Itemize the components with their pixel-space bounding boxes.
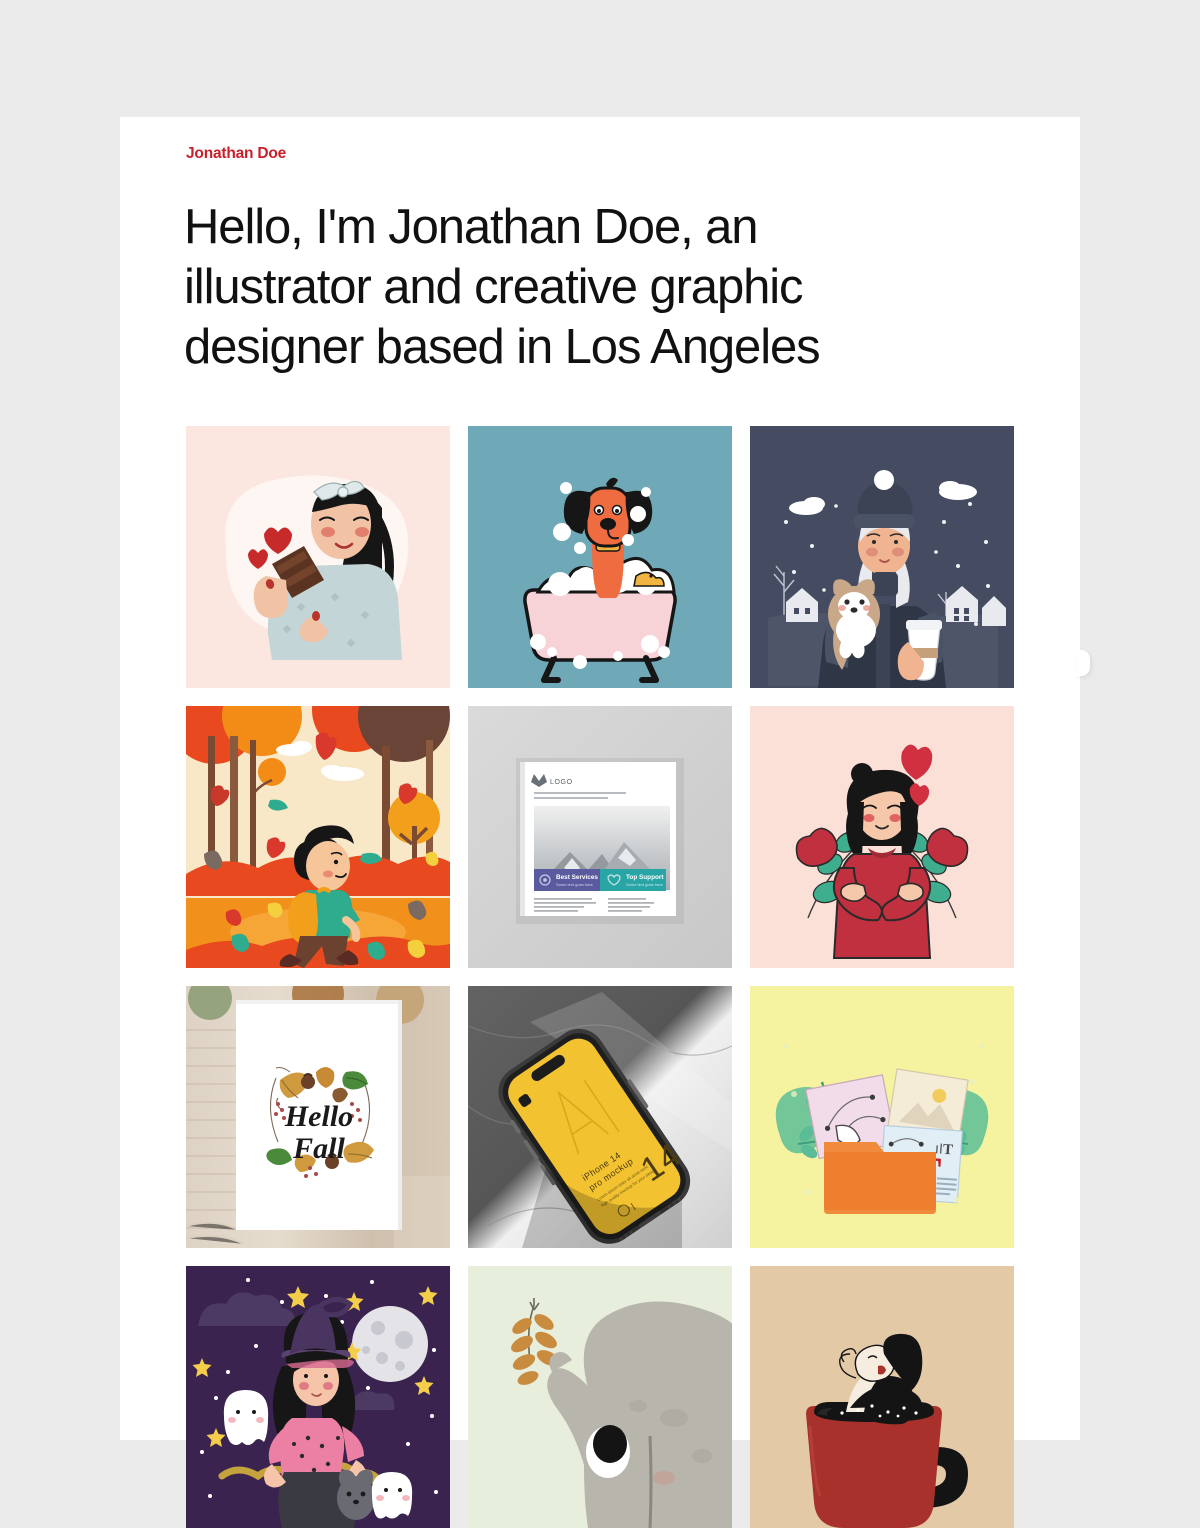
svg-text:Some text goes here: Some text goes here [626,882,664,887]
gallery-item-2[interactable] [468,426,732,688]
gallery-item-10[interactable] [186,1266,450,1528]
gallery-item-8[interactable]: iPhone 14 pro mockup Lorem ipsum dolor s… [468,986,732,1248]
gallery-item-4[interactable] [186,706,450,968]
svg-text:Fall: Fall [292,1132,345,1165]
gallery-item-7[interactable]: Hello Fall [186,986,450,1248]
svg-text:LOGO: LOGO [550,779,573,786]
portfolio-page-card: Jonathan Doe Hello, I'm Jonathan Doe, an… [120,117,1090,1528]
svg-text:Top Support: Top Support [626,874,664,881]
page-title: Hello, I'm Jonathan Doe, an illustrator … [184,200,821,374]
gallery-item-11[interactable] [468,1266,732,1528]
page-edge-tab[interactable] [1076,650,1090,676]
svg-text:Some text goes here: Some text goes here [556,882,594,887]
gallery-item-6[interactable] [750,706,1014,968]
gallery-item-12[interactable] [750,1266,1014,1528]
svg-text:Hello: Hello [284,1100,353,1133]
gallery-item-1[interactable] [186,426,450,688]
gallery-item-3[interactable] [750,426,1014,688]
svg-text:Best Services: Best Services [556,874,598,881]
svg-text:T: T [942,1142,953,1159]
site-brand-logo[interactable]: Jonathan Doe [186,145,286,163]
gallery-item-5[interactable]: LOGO Best Services Some text goes here T… [468,706,732,968]
gallery-item-9[interactable]: T T [750,986,1014,1248]
portfolio-gallery-grid: LOGO Best Services Some text goes here T… [186,426,1014,1528]
